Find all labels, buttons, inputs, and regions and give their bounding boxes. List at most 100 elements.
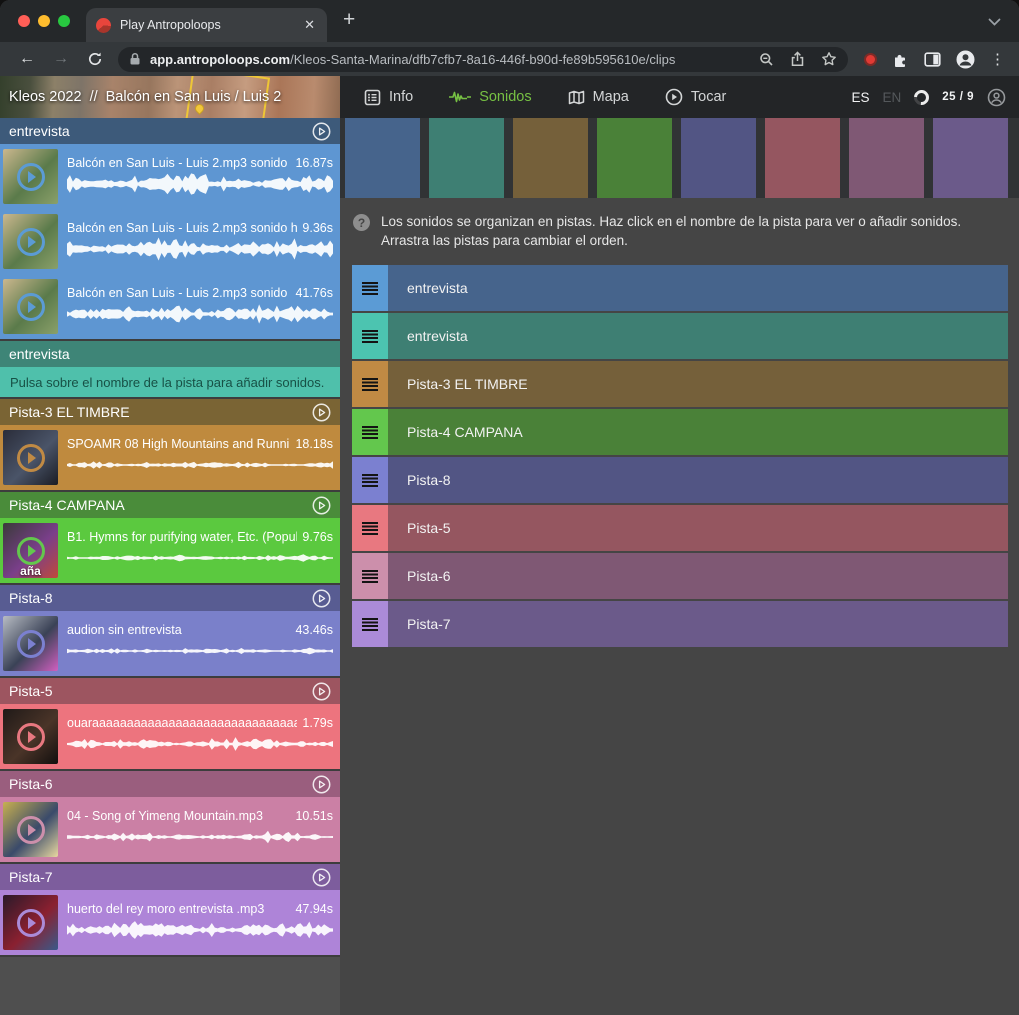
track-row-body[interactable]: Pista-7 <box>388 601 1008 647</box>
clip-thumbnail[interactable] <box>3 430 58 485</box>
info-list-icon <box>364 89 381 106</box>
clip-play-icon[interactable] <box>17 537 45 565</box>
audio-clip[interactable]: aña B1. Hymns for purifying water, Etc. … <box>0 518 340 583</box>
map-icon <box>568 90 585 105</box>
clip-thumbnail[interactable] <box>3 616 58 671</box>
audio-clip[interactable]: huerto del rey moro entrevista .mp3 47.9… <box>0 890 340 955</box>
tab-sonidos[interactable]: Sonidos <box>449 89 531 105</box>
clip-play-icon[interactable] <box>17 444 45 472</box>
track-row-body[interactable]: Pista-8 <box>388 457 1008 503</box>
track-row-body[interactable]: Pista-5 <box>388 505 1008 551</box>
track-header[interactable]: entrevista <box>0 118 340 144</box>
play-track-button[interactable] <box>312 868 331 887</box>
track-header[interactable]: Pista-4 CAMPANA <box>0 492 340 518</box>
track-row[interactable]: entrevista <box>352 265 1008 311</box>
browser-menu-icon[interactable]: ⋮ <box>990 50 1005 68</box>
audio-clip[interactable]: ouaraaaaaaaaaaaaaaaaaaaaaaaaaaaaaaaaaaa.… <box>0 704 340 769</box>
browser-tab[interactable]: Play Antropoloops ✕ <box>86 8 327 42</box>
clip-play-icon[interactable] <box>17 816 45 844</box>
track-header[interactable]: Pista-5 <box>0 678 340 704</box>
drag-handle[interactable] <box>352 313 388 359</box>
bookmark-star-icon[interactable] <box>821 51 837 67</box>
play-track-button[interactable] <box>312 496 331 515</box>
side-panel-icon[interactable] <box>924 52 941 67</box>
drag-handle-icon <box>362 282 378 295</box>
play-track-button[interactable] <box>312 403 331 422</box>
clip-play-icon[interactable] <box>17 723 45 751</box>
track-header[interactable]: Pista-3 EL TIMBRE <box>0 399 340 425</box>
forward-button[interactable]: → <box>44 51 78 67</box>
tab-info[interactable]: Info <box>364 89 413 106</box>
clip-thumbnail[interactable] <box>3 895 58 950</box>
tab-search-chevron-icon[interactable] <box>988 18 1019 42</box>
audio-clip[interactable]: Balcón en San Luis - Luis 2.mp3 sonido h… <box>0 144 340 209</box>
drag-handle[interactable] <box>352 361 388 407</box>
clip-play-icon[interactable] <box>17 630 45 658</box>
track-header[interactable]: entrevista <box>0 341 340 367</box>
audio-clip[interactable]: Balcón en San Luis - Luis 2.mp3 sonido h… <box>0 274 340 339</box>
tab-tocar[interactable]: Tocar <box>665 88 726 106</box>
clip-play-icon[interactable] <box>17 228 45 256</box>
drag-handle[interactable] <box>352 505 388 551</box>
track-row-body[interactable]: entrevista <box>388 313 1008 359</box>
zoom-window-button[interactable] <box>58 15 70 27</box>
play-track-button[interactable] <box>312 682 331 701</box>
drag-handle[interactable] <box>352 553 388 599</box>
audio-clip[interactable]: SPOAMR 08 High Mountains and Running ...… <box>0 425 340 490</box>
clip-thumbnail[interactable] <box>3 279 58 334</box>
clip-thumbnail[interactable] <box>3 214 58 269</box>
drag-handle[interactable] <box>352 409 388 455</box>
address-bar[interactable]: app.antropoloops.com/Kleos-Santa-Marina/… <box>118 47 848 72</box>
track-row-body[interactable]: Pista-6 <box>388 553 1008 599</box>
play-track-button[interactable] <box>312 775 331 794</box>
audio-clip[interactable]: audion sin entrevista 43.46s <box>0 611 340 676</box>
drag-handle[interactable] <box>352 457 388 503</box>
recording-extension-icon[interactable] <box>864 53 877 66</box>
app-header: Kleos 2022 // Balcón en San Luis / Luis … <box>0 76 1019 118</box>
clip-play-icon[interactable] <box>17 293 45 321</box>
zoom-page-icon[interactable] <box>759 52 774 67</box>
clip-play-icon[interactable] <box>17 163 45 191</box>
track-row-body[interactable]: Pista-4 CAMPANA <box>388 409 1008 455</box>
track-header[interactable]: Pista-8 <box>0 585 340 611</box>
clip-play-icon[interactable] <box>17 909 45 937</box>
account-icon[interactable] <box>987 88 1006 107</box>
track-row[interactable]: Pista-3 EL TIMBRE <box>352 361 1008 407</box>
track-header[interactable]: Pista-6 <box>0 771 340 797</box>
drag-handle[interactable] <box>352 265 388 311</box>
audio-clip[interactable]: Balcón en San Luis - Luis 2.mp3 sonido h… <box>0 209 340 274</box>
profile-avatar[interactable] <box>956 50 975 69</box>
new-tab-button[interactable]: + <box>327 9 355 42</box>
drag-handle[interactable] <box>352 601 388 647</box>
help-icon[interactable]: ? <box>353 214 370 231</box>
track-row[interactable]: Pista-4 CAMPANA <box>352 409 1008 455</box>
clip-thumbnail[interactable] <box>3 802 58 857</box>
track-row[interactable]: Pista-6 <box>352 553 1008 599</box>
track-header[interactable]: Pista-7 <box>0 864 340 890</box>
clip-thumbnail[interactable] <box>3 149 58 204</box>
minimize-window-button[interactable] <box>38 15 50 27</box>
track-row-body[interactable]: Pista-3 EL TIMBRE <box>388 361 1008 407</box>
lang-es-button[interactable]: ES <box>851 90 869 105</box>
track-row-body[interactable]: entrevista <box>388 265 1008 311</box>
clip-thumbnail[interactable]: aña <box>3 523 58 578</box>
reload-button[interactable] <box>78 51 112 67</box>
breadcrumb-project[interactable]: Kleos 2022 <box>9 89 82 105</box>
track-row[interactable]: Pista-7 <box>352 601 1008 647</box>
share-icon[interactable] <box>790 51 805 67</box>
lang-en-button[interactable]: EN <box>882 90 901 105</box>
track-row[interactable]: Pista-8 <box>352 457 1008 503</box>
clip-thumbnail[interactable] <box>3 709 58 764</box>
tab-mapa[interactable]: Mapa <box>568 89 629 105</box>
breadcrumb-map-thumbnail[interactable]: Kleos 2022 // Balcón en San Luis / Luis … <box>0 76 340 118</box>
track-row[interactable]: Pista-5 <box>352 505 1008 551</box>
back-button[interactable]: ← <box>10 51 44 67</box>
track-row[interactable]: entrevista <box>352 313 1008 359</box>
close-window-button[interactable] <box>18 15 30 27</box>
breadcrumb: Kleos 2022 // Balcón en San Luis / Luis … <box>9 89 281 105</box>
extensions-puzzle-icon[interactable] <box>892 51 909 68</box>
audio-clip[interactable]: 04 - Song of Yimeng Mountain.mp3 10.51s <box>0 797 340 862</box>
play-track-button[interactable] <box>312 589 331 608</box>
play-track-button[interactable] <box>312 122 331 141</box>
tab-close-icon[interactable]: ✕ <box>302 17 317 33</box>
